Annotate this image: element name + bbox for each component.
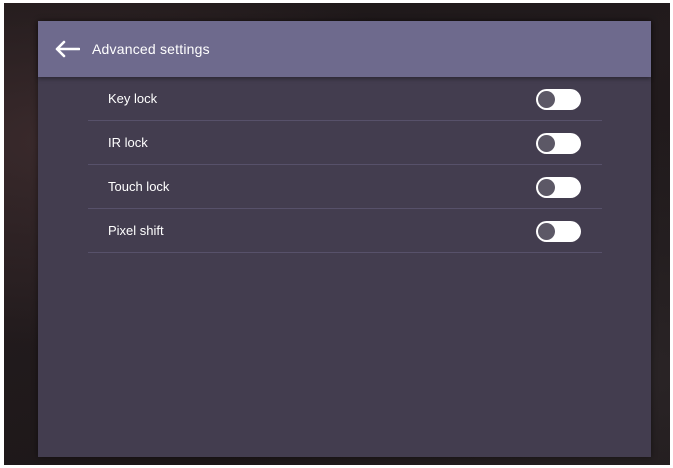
setting-row-key-lock: Key lock (88, 77, 602, 121)
arrow-left-icon (55, 40, 80, 58)
setting-label: Pixel shift (108, 223, 164, 238)
touch-lock-toggle[interactable] (536, 177, 581, 198)
setting-row-pixel-shift: Pixel shift (88, 209, 602, 253)
toggle-knob (538, 135, 555, 152)
key-lock-toggle[interactable] (536, 89, 581, 110)
page-title: Advanced settings (92, 41, 210, 57)
setting-label: Touch lock (108, 179, 170, 194)
setting-label: IR lock (108, 135, 148, 150)
pixel-shift-toggle[interactable] (536, 221, 581, 242)
header-bar: Advanced settings (38, 21, 651, 77)
setting-row-touch-lock: Touch lock (88, 165, 602, 209)
settings-list: Key lock IR lock Touch lock Pixel shift (88, 77, 602, 253)
back-button[interactable] (50, 32, 84, 66)
setting-row-ir-lock: IR lock (88, 121, 602, 165)
screen: Advanced settings Key lock IR lock Touch… (0, 0, 673, 468)
setting-label: Key lock (108, 91, 158, 106)
toggle-knob (538, 91, 555, 108)
settings-panel: Advanced settings Key lock IR lock Touch… (38, 21, 651, 457)
ir-lock-toggle[interactable] (536, 133, 581, 154)
toggle-knob (538, 223, 555, 240)
toggle-knob (538, 179, 555, 196)
